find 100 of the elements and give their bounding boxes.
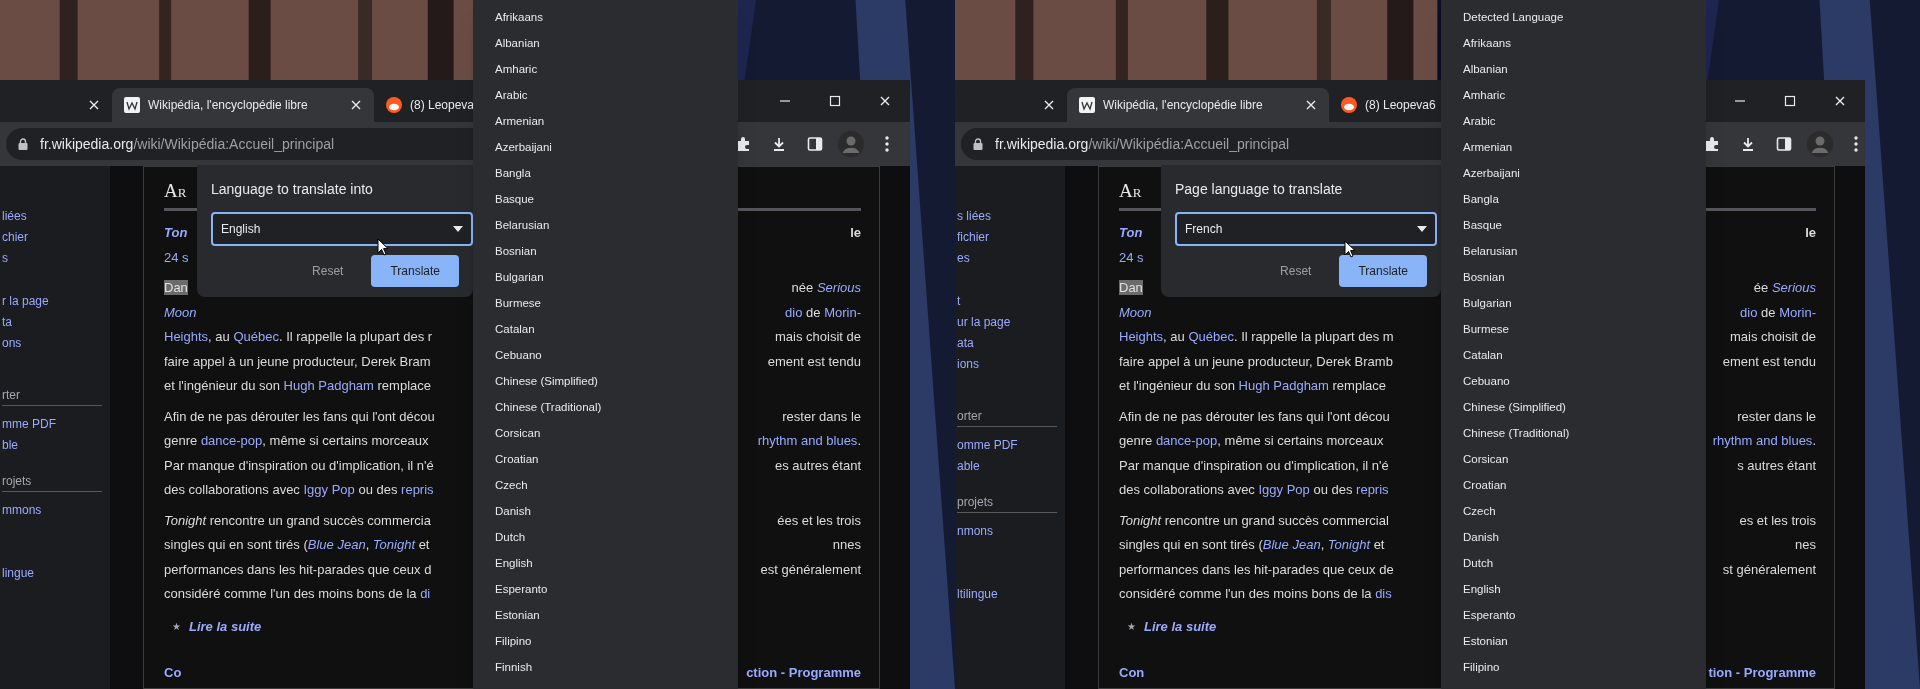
sidebar-link[interactable]: chier	[2, 227, 110, 248]
dropdown-option[interactable]: Bangla	[473, 161, 738, 187]
article-link[interactable]: 24 s	[1119, 247, 1144, 267]
sidebar-link[interactable]: es	[957, 248, 1065, 269]
article-link[interactable]: repris	[401, 482, 434, 497]
dropdown-option[interactable]: Catalan	[1441, 343, 1706, 369]
article-link[interactable]: Tonight	[1327, 537, 1371, 552]
dropdown-option[interactable]: Filipino	[473, 629, 738, 655]
language-select[interactable]: French	[1175, 212, 1437, 246]
article-link[interactable]: Morin-	[824, 304, 861, 320]
dropdown-option[interactable]: Czech	[1441, 499, 1706, 525]
article-link[interactable]: Québec	[233, 329, 279, 344]
dropdown-option[interactable]: Cebuano	[473, 343, 738, 369]
dropdown-option[interactable]: Chinese (Traditional)	[1441, 421, 1706, 447]
article-link[interactable]: 24 s	[164, 247, 189, 267]
translate-button[interactable]: Translate	[371, 255, 459, 287]
sidebar-link[interactable]: ble	[2, 435, 110, 456]
dropdown-option[interactable]: Albanian	[1441, 57, 1706, 83]
article-link[interactable]: Tonight	[372, 537, 416, 552]
language-select[interactable]: English	[211, 212, 473, 246]
sidebar-link[interactable]: s	[2, 248, 110, 269]
dropdown-option[interactable]: Burmese	[473, 291, 738, 317]
dropdown-option[interactable]: Corsican	[473, 421, 738, 447]
article-link[interactable]: Moon	[164, 302, 197, 322]
browser-tab[interactable]: Wikipédia, l'encyclopédie libre	[112, 88, 374, 122]
dropdown-option[interactable]: Burmese	[1441, 317, 1706, 343]
dropdown-option[interactable]: Dutch	[473, 525, 738, 551]
sidebar-link[interactable]: lingue	[2, 563, 110, 584]
dropdown-option[interactable]: Detected Language	[1441, 5, 1706, 31]
article-link[interactable]: dio	[1740, 304, 1758, 320]
article-link[interactable]: Ton	[164, 223, 188, 243]
article-link[interactable]: repris	[1356, 482, 1389, 497]
dropdown-option[interactable]: Esperanto	[1441, 603, 1706, 629]
article-link[interactable]: Moon	[1119, 302, 1152, 322]
browser-tab[interactable]: Wikipédia, l'encyclopédie libre	[1067, 88, 1329, 122]
read-more-link[interactable]: Lire la suite	[189, 616, 262, 636]
article-link[interactable]: Iggy Pop	[303, 482, 355, 497]
dropdown-option[interactable]: Danish	[473, 499, 738, 525]
dropdown-option[interactable]: Dutch	[1441, 551, 1706, 577]
sidebar-link[interactable]: fichier	[957, 227, 1065, 248]
article-link[interactable]: ction - Programme	[746, 663, 861, 683]
sidebar-link[interactable]: liées	[2, 206, 110, 227]
article-link[interactable]: Québec	[1188, 329, 1234, 344]
sidebar-link[interactable]: able	[957, 456, 1065, 477]
dropdown-option[interactable]: Estonian	[1441, 629, 1706, 655]
article-link[interactable]: Hugh Padgham	[283, 378, 374, 393]
sidebar-link[interactable]: ta	[2, 312, 110, 333]
dropdown-option[interactable]: Croatian	[473, 447, 738, 473]
dropdown-option[interactable]: Czech	[473, 473, 738, 499]
dropdown-option[interactable]: English	[473, 551, 738, 577]
sidebar-link[interactable]: ons	[2, 333, 110, 354]
dropdown-option[interactable]: Bulgarian	[473, 265, 738, 291]
dropdown-option[interactable]: Chinese (Simplified)	[473, 369, 738, 395]
dropdown-option[interactable]: Afrikaans	[1441, 31, 1706, 57]
dropdown-option[interactable]: Chinese (Traditional)	[473, 395, 738, 421]
article-link[interactable]: Ton	[1119, 223, 1143, 243]
dropdown-option[interactable]: Catalan	[473, 317, 738, 343]
dropdown-option[interactable]: Corsican	[1441, 447, 1706, 473]
sidebar-link[interactable]: t	[957, 291, 1065, 312]
article-link[interactable]: dio	[785, 304, 803, 320]
dropdown-option[interactable]: Chinese (Simplified)	[1441, 395, 1706, 421]
article-link[interactable]: di	[420, 586, 431, 601]
dropdown-option[interactable]: Cebuano	[1441, 369, 1706, 395]
article-link[interactable]: Co	[164, 663, 182, 683]
article-link[interactable]: Serious	[1771, 280, 1816, 295]
dropdown-option[interactable]: Afrikaans	[473, 5, 738, 31]
article-link[interactable]: Hugh Padgham	[1238, 378, 1329, 393]
dropdown-option[interactable]: Danish	[1441, 525, 1706, 551]
article-link[interactable]: dis	[1375, 586, 1392, 601]
dropdown-option[interactable]: Bosnian	[473, 239, 738, 265]
dropdown-option[interactable]: Basque	[1441, 213, 1706, 239]
dropdown-option[interactable]: Bangla	[1441, 187, 1706, 213]
dropdown-option[interactable]: Basque	[473, 187, 738, 213]
dropdown-option[interactable]: English	[1441, 577, 1706, 603]
read-more-link[interactable]: Lire la suite	[1144, 616, 1217, 636]
dropdown-option[interactable]: Finnish	[473, 655, 738, 681]
sidebar-link[interactable]: nmons	[957, 521, 1065, 542]
article-link[interactable]: tion - Programme	[1708, 663, 1816, 683]
sidebar-link[interactable]: ur la page	[957, 312, 1065, 333]
dropdown-option[interactable]: Belarusian	[473, 213, 738, 239]
dropdown-option[interactable]: Filipino	[1441, 655, 1706, 681]
sidebar-link[interactable]: omme PDF	[957, 435, 1065, 456]
sidebar-link[interactable]: ltilingue	[957, 584, 1065, 605]
sidebar-link[interactable]: mmons	[2, 500, 110, 521]
dropdown-option[interactable]: Belarusian	[1441, 239, 1706, 265]
reset-button[interactable]: Reset	[298, 255, 358, 287]
sidebar-link[interactable]: ions	[957, 354, 1065, 375]
dropdown-option[interactable]: Bulgarian	[1441, 291, 1706, 317]
article-link[interactable]: Morin-	[1779, 304, 1816, 320]
dropdown-option[interactable]: Bosnian	[1441, 265, 1706, 291]
dropdown-option[interactable]: Azerbaijani	[1441, 161, 1706, 187]
article-link[interactable]: Iggy Pop	[1258, 482, 1310, 497]
article-link[interactable]: Serious	[816, 280, 861, 295]
sidebar-link[interactable]: mme PDF	[2, 414, 110, 435]
reset-button[interactable]: Reset	[1266, 255, 1326, 287]
article-link[interactable]: Blue Jean	[1262, 537, 1321, 552]
dropdown-option[interactable]: Esperanto	[473, 577, 738, 603]
sidebar-link[interactable]: s liées	[957, 206, 1065, 227]
dropdown-option[interactable]: Croatian	[1441, 473, 1706, 499]
article-link[interactable]: Con	[1119, 663, 1145, 683]
